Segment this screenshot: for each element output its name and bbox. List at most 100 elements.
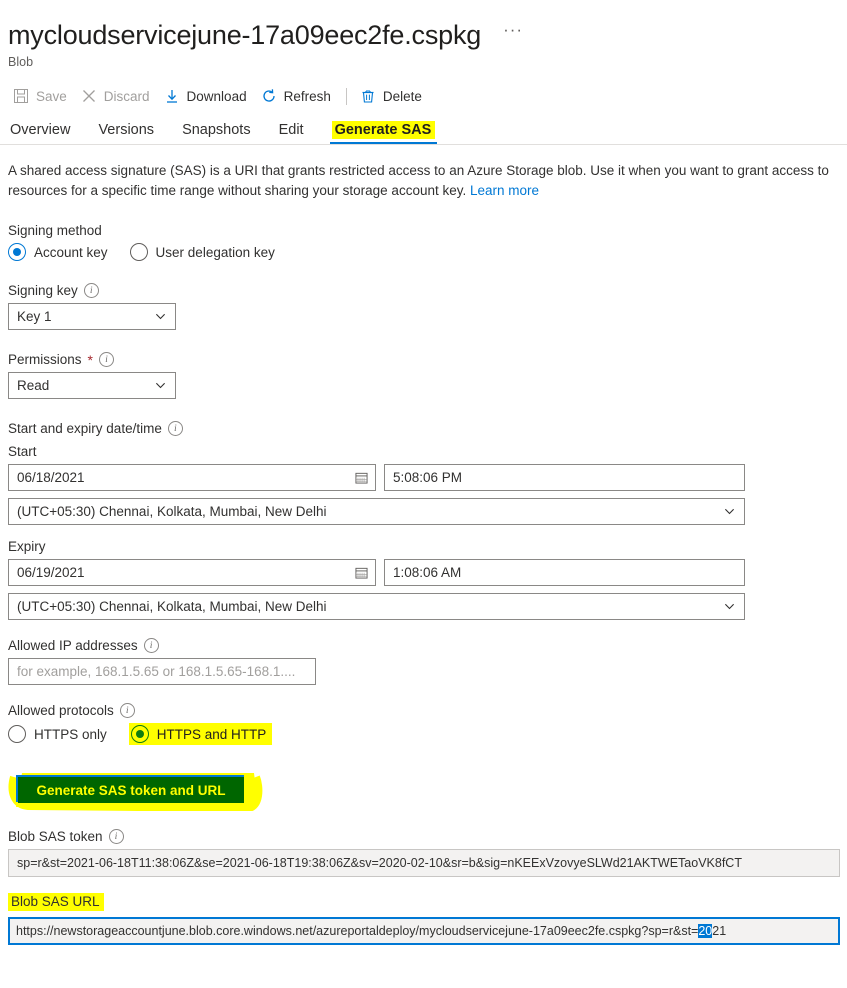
start-date-input[interactable]: 06/18/2021: [8, 464, 376, 491]
expiry-timezone-value: (UTC+05:30) Chennai, Kolkata, Mumbai, Ne…: [17, 599, 327, 614]
refresh-label: Refresh: [283, 88, 331, 104]
sas-token-value: sp=r&st=2021-06-18T11:38:06Z&se=2021-06-…: [17, 856, 742, 870]
tab-generate-sas-label: Generate SAS: [331, 121, 436, 139]
refresh-button[interactable]: Refresh: [258, 85, 342, 107]
tab-edit-label: Edit: [278, 122, 304, 138]
radio-https-and-http[interactable]: HTTPS and HTTP: [128, 723, 273, 745]
expiry-time-value: 1:08:06 AM: [393, 565, 462, 580]
start-expiry-section-label: Start and expiry date/time i: [8, 421, 847, 436]
learn-more-link[interactable]: Learn more: [470, 183, 539, 198]
permissions-label-text: Permissions: [8, 352, 82, 367]
permissions-value: Read: [17, 378, 50, 393]
allowed-protocols-radio-group: HTTPS only HTTPS and HTTP: [8, 723, 847, 745]
required-marker: *: [87, 351, 93, 368]
tab-versions[interactable]: Versions: [98, 122, 168, 144]
calendar-icon[interactable]: [355, 566, 368, 579]
generate-sas-page: mycloudservicejune-17a09eec2fe.cspkg ···…: [0, 0, 847, 988]
start-date-value: 06/18/2021: [17, 470, 85, 485]
sas-description: A shared access signature (SAS) is a URI…: [8, 161, 847, 201]
save-label: Save: [36, 88, 67, 104]
start-timezone-value: (UTC+05:30) Chennai, Kolkata, Mumbai, Ne…: [17, 504, 327, 519]
tab-overview-label: Overview: [10, 122, 71, 138]
sas-url-value-suffix: 21: [712, 924, 727, 938]
signing-method-label-text: Signing method: [8, 223, 102, 238]
info-icon[interactable]: i: [119, 703, 135, 718]
radio-user-delegation-key[interactable]: User delegation key: [129, 243, 275, 261]
radio-account-key[interactable]: Account key: [8, 243, 108, 261]
discard-icon: [81, 88, 97, 104]
download-icon: [164, 88, 180, 104]
generate-sas-button-container: Generate SAS token and URL: [8, 767, 308, 811]
delete-label: Delete: [382, 88, 422, 104]
expiry-date-input[interactable]: 06/19/2021: [8, 559, 376, 586]
sas-url-value-selected: 20: [698, 924, 713, 938]
expiry-label-text: Expiry: [8, 539, 46, 554]
save-button[interactable]: Save: [10, 85, 78, 107]
generate-sas-button[interactable]: Generate SAS token and URL: [18, 777, 244, 803]
tab-edit[interactable]: Edit: [279, 122, 318, 144]
signing-key-select[interactable]: Key 1: [8, 303, 176, 330]
delete-button[interactable]: Delete: [357, 85, 433, 107]
radio-https-only-label: HTTPS only: [34, 726, 107, 742]
command-separator: [345, 87, 347, 105]
allowed-ip-placeholder: for example, 168.1.5.65 or 168.1.5.65-16…: [17, 664, 296, 679]
signing-method-label: Signing method: [8, 223, 847, 238]
info-icon[interactable]: i: [83, 283, 99, 298]
discard-button[interactable]: Discard: [78, 85, 161, 107]
resource-type-subtitle: Blob: [8, 55, 34, 69]
allowed-ip-input[interactable]: for example, 168.1.5.65 or 168.1.5.65-16…: [8, 658, 316, 685]
page-header: mycloudservicejune-17a09eec2fe.cspkg ···…: [0, 0, 847, 69]
tab-overview[interactable]: Overview: [10, 122, 84, 144]
sas-url-input[interactable]: https://newstorageaccountjune.blob.core.…: [8, 917, 840, 945]
sas-description-text: A shared access signature (SAS) is a URI…: [8, 163, 829, 198]
tab-snapshots[interactable]: Snapshots: [182, 122, 265, 144]
permissions-label: Permissions * i: [8, 352, 847, 367]
allowed-protocols-label-text: Allowed protocols: [8, 703, 114, 718]
refresh-icon: [261, 88, 277, 104]
expiry-timezone-select[interactable]: (UTC+05:30) Chennai, Kolkata, Mumbai, Ne…: [8, 593, 745, 620]
chevron-down-icon: [155, 313, 166, 320]
signing-key-value: Key 1: [17, 309, 52, 324]
info-icon[interactable]: i: [143, 638, 159, 653]
tab-generate-sas[interactable]: Generate SAS: [329, 121, 450, 144]
start-datetime-row: 06/18/2021 5:08:06 PM: [8, 464, 847, 491]
chevron-down-icon: [724, 508, 735, 515]
chevron-down-icon: [724, 603, 735, 610]
radio-https-only[interactable]: HTTPS only: [8, 725, 107, 743]
calendar-icon[interactable]: [355, 471, 368, 484]
start-timezone-select[interactable]: (UTC+05:30) Chennai, Kolkata, Mumbai, Ne…: [8, 498, 745, 525]
title-row: mycloudservicejune-17a09eec2fe.cspkg ···: [8, 18, 847, 52]
radio-account-key-label: Account key: [34, 244, 108, 260]
start-time-input[interactable]: 5:08:06 PM: [384, 464, 745, 491]
info-icon[interactable]: i: [98, 352, 114, 367]
info-icon[interactable]: i: [108, 829, 124, 844]
page-content: A shared access signature (SAS) is a URI…: [0, 161, 847, 945]
command-bar: Save Discard Download Refresh Delete: [0, 81, 847, 111]
expiry-label: Expiry: [8, 539, 847, 554]
page-title: mycloudservicejune-17a09eec2fe.cspkg: [8, 20, 482, 50]
tab-snapshots-label: Snapshots: [182, 122, 251, 138]
start-label: Start: [8, 444, 847, 459]
sas-token-label: Blob SAS token i: [8, 829, 847, 844]
radio-https-and-http-label: HTTPS and HTTP: [156, 726, 267, 742]
allowed-ip-label-text: Allowed IP addresses: [8, 638, 138, 653]
more-options-icon[interactable]: ···: [503, 21, 523, 45]
download-button[interactable]: Download: [161, 85, 258, 107]
sas-token-input[interactable]: sp=r&st=2021-06-18T11:38:06Z&se=2021-06-…: [8, 849, 840, 877]
start-label-text: Start: [8, 444, 37, 459]
permissions-select[interactable]: Read: [8, 372, 176, 399]
tab-bar: Overview Versions Snapshots Edit Generat…: [0, 117, 847, 145]
signing-method-radio-group: Account key User delegation key: [8, 243, 847, 261]
sas-url-label-text: Blob SAS URL: [8, 893, 104, 911]
allowed-protocols-label: Allowed protocols i: [8, 703, 847, 718]
radio-user-delegation-key-indicator: [129, 243, 148, 261]
radio-https-and-http-indicator: [130, 725, 149, 743]
sas-token-label-text: Blob SAS token: [8, 829, 103, 844]
delete-icon: [360, 88, 376, 104]
allowed-ip-label: Allowed IP addresses i: [8, 638, 847, 653]
start-expiry-section-label-text: Start and expiry date/time: [8, 421, 162, 436]
expiry-time-input[interactable]: 1:08:06 AM: [384, 559, 745, 586]
chevron-down-icon: [155, 382, 166, 389]
radio-account-key-indicator: [8, 243, 26, 261]
info-icon[interactable]: i: [167, 421, 183, 436]
